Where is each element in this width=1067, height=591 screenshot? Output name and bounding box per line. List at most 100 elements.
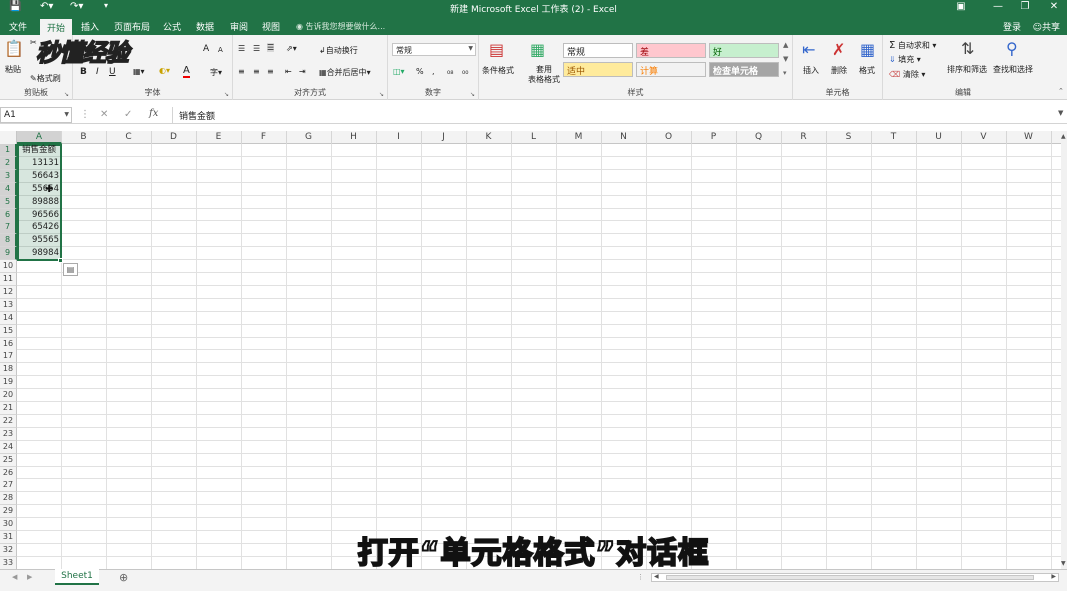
row-header-25[interactable]: 25: [0, 453, 17, 467]
cell-style-check-cell[interactable]: 检查单元格: [709, 62, 779, 77]
column-header-c[interactable]: C: [106, 131, 152, 144]
vertical-scrollbar[interactable]: ▲ ▼: [1061, 131, 1067, 569]
paste-icon[interactable]: 📋: [4, 39, 24, 58]
row-header-18[interactable]: 18: [0, 363, 17, 377]
tab-file[interactable]: 文件: [9, 20, 27, 33]
column-header-j[interactable]: J: [421, 131, 467, 144]
column-header-f[interactable]: F: [241, 131, 287, 144]
cell-a1-header[interactable]: 销售金额: [17, 144, 61, 157]
enter-icon[interactable]: ✓: [124, 109, 132, 120]
row-header-12[interactable]: 12: [0, 285, 17, 299]
row-header-21[interactable]: 21: [0, 402, 17, 415]
row-header-11[interactable]: 11: [0, 273, 17, 286]
shrink-font-button[interactable]: A: [218, 46, 223, 54]
cell-a5[interactable]: 89888: [17, 196, 61, 209]
column-header-k[interactable]: K: [466, 131, 512, 144]
borders-icon[interactable]: ▦▾: [133, 67, 145, 76]
column-header-r[interactable]: R: [781, 131, 827, 144]
column-header-g[interactable]: G: [286, 131, 332, 144]
number-launcher-icon[interactable]: ↘: [470, 91, 475, 98]
ribbon-display-icon[interactable]: ▣: [948, 1, 974, 12]
row-header-14[interactable]: 14: [0, 311, 17, 325]
row-header-10[interactable]: 10: [0, 260, 17, 274]
row-header-2[interactable]: 2: [0, 156, 17, 170]
column-header-a[interactable]: A: [17, 131, 62, 144]
cell-a3[interactable]: 56643: [17, 170, 61, 183]
paste-button[interactable]: 粘贴: [5, 64, 21, 75]
column-header-v[interactable]: V: [961, 131, 1007, 144]
row-header-3[interactable]: 3: [0, 169, 17, 183]
scroll-left-icon[interactable]: ◀: [654, 573, 659, 580]
row-header-22[interactable]: 22: [0, 414, 17, 428]
fill-button[interactable]: ⇓ 填充 ▾: [889, 54, 921, 65]
align-right-icon[interactable]: ≡: [267, 67, 274, 76]
restore-icon[interactable]: ❐: [1012, 1, 1038, 12]
column-header-o[interactable]: O: [646, 131, 692, 144]
select-all-corner[interactable]: [0, 131, 17, 144]
merge-center-button[interactable]: ▦合并后居中▾: [319, 67, 371, 78]
row-header-26[interactable]: 26: [0, 466, 17, 480]
bold-button[interactable]: B: [80, 67, 87, 77]
insert-cells-icon[interactable]: ⇤: [802, 40, 815, 59]
cell-style-neutral[interactable]: 适中: [563, 62, 633, 77]
font-launcher-icon[interactable]: ↘: [224, 91, 229, 98]
column-header-i[interactable]: I: [376, 131, 422, 144]
scroll-right-icon[interactable]: ▶: [1051, 573, 1056, 580]
find-select-button[interactable]: 查找和选择: [993, 64, 1033, 75]
worksheet-grid[interactable]: ABCDEFGHIJKLMNOPQRSTUVW 1 2 3 4 5 6 7 8 9 10 11 12 1…: [0, 131, 1061, 569]
currency-icon[interactable]: ◫▾: [393, 67, 405, 76]
close-icon[interactable]: ✕: [1041, 1, 1067, 12]
column-header-m[interactable]: M: [556, 131, 602, 144]
align-center-icon[interactable]: ≡: [253, 67, 260, 76]
increase-decimal-icon[interactable]: ₀₈: [447, 67, 453, 76]
cell-a2[interactable]: 13131: [17, 157, 61, 170]
row-header-29[interactable]: 29: [0, 505, 17, 519]
cell-a4[interactable]: 55654: [17, 183, 61, 196]
column-header-h[interactable]: H: [331, 131, 377, 144]
alignment-launcher-icon[interactable]: ↘: [379, 91, 384, 98]
tab-formulas[interactable]: 公式: [163, 20, 181, 33]
format-cells-icon[interactable]: ▦: [860, 40, 875, 59]
format-painter-button[interactable]: ✎格式刷: [30, 73, 61, 84]
tab-view[interactable]: 视图: [262, 20, 280, 33]
cell-a7[interactable]: 65426: [17, 221, 61, 234]
column-header-u[interactable]: U: [916, 131, 962, 144]
insert-function-button[interactable]: fx: [149, 108, 158, 119]
dialog-launcher-icon[interactable]: ↘: [64, 91, 69, 98]
prev-sheet-icon[interactable]: ◀: [12, 573, 17, 581]
italic-button[interactable]: I: [96, 67, 99, 77]
next-sheet-icon[interactable]: ▶: [27, 573, 32, 581]
underline-button[interactable]: U: [109, 67, 116, 77]
share-button[interactable]: ☺共享: [1033, 20, 1060, 33]
conditional-formatting-button[interactable]: 条件格式: [482, 65, 514, 76]
minimize-icon[interactable]: —: [985, 1, 1011, 12]
comma-button[interactable]: ,: [432, 67, 435, 76]
row-header-13[interactable]: 13: [0, 298, 17, 312]
conditional-formatting-icon[interactable]: ▤: [489, 40, 504, 59]
phonetic-icon[interactable]: 字▾: [210, 67, 222, 78]
row-header-24[interactable]: 24: [0, 440, 17, 454]
tab-insert[interactable]: 插入: [81, 20, 99, 33]
column-header-s[interactable]: S: [826, 131, 872, 144]
column-header-q[interactable]: Q: [736, 131, 782, 144]
cell-a6[interactable]: 96566: [17, 209, 61, 222]
format-cells-button[interactable]: 格式: [859, 65, 875, 76]
add-sheet-icon[interactable]: ⊕: [119, 571, 128, 584]
cell-a9[interactable]: 98984: [17, 247, 61, 260]
column-header-t[interactable]: T: [871, 131, 917, 144]
column-header-n[interactable]: N: [601, 131, 647, 144]
number-format-dropdown[interactable]: 常规 ▼: [392, 43, 476, 56]
column-header-e[interactable]: E: [196, 131, 242, 144]
tab-page-layout[interactable]: 页面布局: [114, 20, 150, 33]
align-bottom-icon[interactable]: ☰: [267, 43, 275, 52]
row-header-20[interactable]: 20: [0, 389, 17, 403]
collapse-ribbon-icon[interactable]: ⌃: [1058, 87, 1064, 95]
row-header-9[interactable]: 9: [0, 247, 17, 261]
row-header-15[interactable]: 15: [0, 324, 17, 338]
sort-filter-button[interactable]: 排序和筛选: [947, 64, 987, 75]
scroll-thumb[interactable]: [666, 575, 1034, 580]
sign-in-link[interactable]: 登录: [1003, 20, 1021, 33]
tab-review[interactable]: 审阅: [230, 20, 248, 33]
row-header-1[interactable]: 1: [0, 144, 17, 157]
formula-input[interactable]: 销售金额: [172, 107, 1061, 123]
